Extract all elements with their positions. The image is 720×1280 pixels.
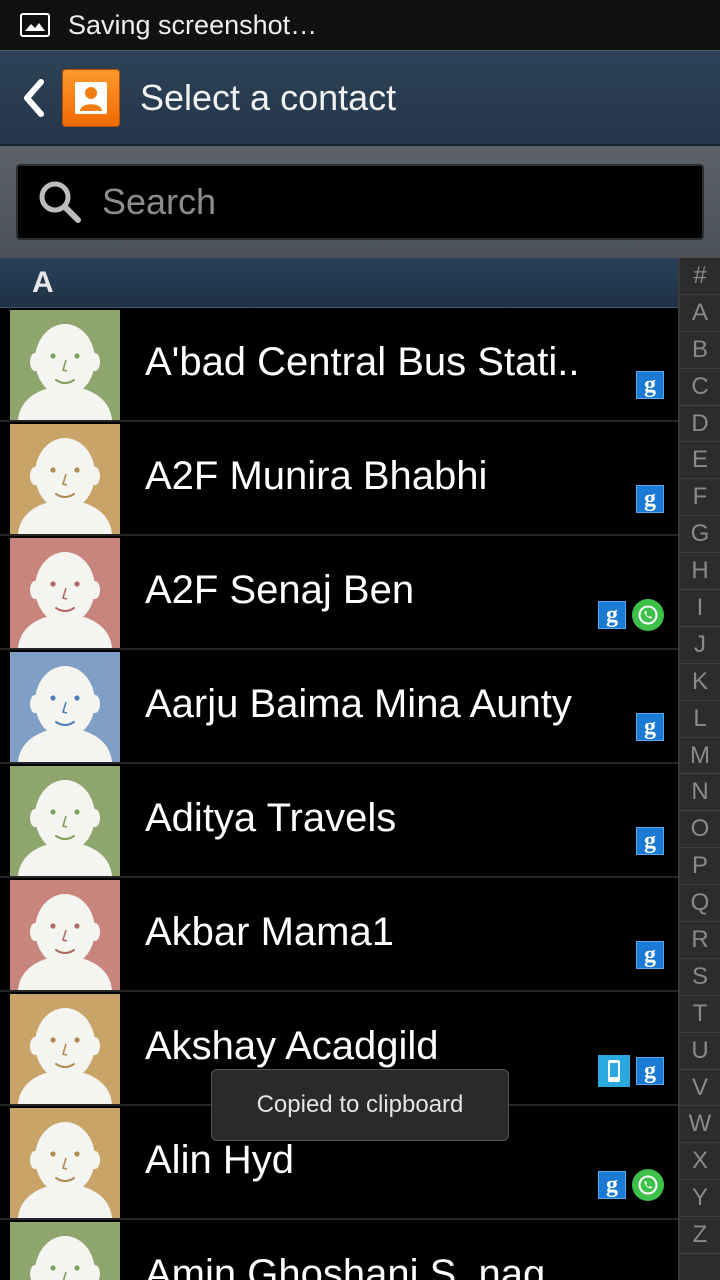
- account-badges: g: [636, 371, 664, 399]
- back-chevron-icon: [24, 78, 44, 117]
- contact-row[interactable]: A2F Senaj Ben g: [0, 536, 678, 650]
- index-letter[interactable]: Q: [680, 885, 720, 923]
- contacts-icon[interactable]: [62, 68, 120, 127]
- account-badges: g: [636, 827, 664, 855]
- contact-row[interactable]: Amin Ghoshani S. nag: [0, 1220, 678, 1280]
- avatar: [10, 1108, 120, 1218]
- index-letter[interactable]: K: [680, 664, 720, 701]
- index-letter[interactable]: #: [680, 258, 720, 295]
- contact-name: A'bad Central Bus Stati..: [145, 340, 580, 384]
- contact-name: A2F Munira Bhabhi: [145, 454, 488, 498]
- contact-name: Akbar Mama1: [145, 910, 394, 954]
- contact-name: Aarju Baima Mina Aunty: [145, 682, 572, 726]
- status-bar: Saving screenshot…: [0, 0, 720, 50]
- index-letter[interactable]: P: [680, 848, 720, 886]
- avatar: [10, 652, 120, 762]
- index-letter[interactable]: H: [680, 553, 720, 591]
- google-account-icon: g: [598, 601, 626, 629]
- contact-name: Alin Hyd: [145, 1138, 294, 1182]
- index-letter[interactable]: I: [680, 590, 720, 627]
- account-badges: g: [636, 941, 664, 969]
- account-badges: g: [636, 713, 664, 741]
- contact-row[interactable]: Aditya Travels g: [0, 764, 678, 878]
- image-icon: [20, 13, 50, 37]
- page-title: Select a contact: [140, 76, 397, 118]
- index-letter[interactable]: R: [680, 922, 720, 959]
- whatsapp-icon: [632, 599, 664, 631]
- index-letter[interactable]: C: [680, 369, 720, 406]
- index-letter[interactable]: E: [680, 442, 720, 480]
- index-letter[interactable]: L: [680, 701, 720, 738]
- contact-name: Akshay Acadgild: [145, 1024, 439, 1068]
- index-letter[interactable]: N: [680, 774, 720, 812]
- section-header: A: [0, 258, 678, 308]
- index-letter[interactable]: A: [680, 295, 720, 332]
- index-letter[interactable]: Y: [680, 1180, 720, 1218]
- avatar: [10, 538, 120, 648]
- index-letter[interactable]: T: [680, 996, 720, 1033]
- avatar: [10, 994, 120, 1104]
- account-badges: g: [598, 1169, 664, 1201]
- search-bar: [0, 146, 720, 258]
- google-account-icon: g: [636, 941, 664, 969]
- google-account-icon: g: [598, 1171, 626, 1199]
- google-account-icon: g: [636, 485, 664, 513]
- toast-message: Copied to clipboard: [211, 1069, 509, 1141]
- avatar: [10, 1222, 120, 1280]
- contact-name: A2F Senaj Ben: [145, 568, 415, 612]
- search-icon: [39, 181, 81, 223]
- account-badges: g: [636, 485, 664, 513]
- google-account-icon: g: [636, 713, 664, 741]
- notification-text: Saving screenshot…: [68, 9, 318, 40]
- google-account-icon: g: [636, 371, 664, 399]
- action-bar: Select a contact: [0, 50, 720, 146]
- contact-row[interactable]: Akbar Mama1 g: [0, 878, 678, 992]
- index-letter[interactable]: D: [680, 406, 720, 443]
- google-account-icon: g: [636, 827, 664, 855]
- index-letter[interactable]: G: [680, 516, 720, 554]
- search-input[interactable]: [100, 180, 664, 224]
- index-letter[interactable]: V: [680, 1070, 720, 1107]
- contact-name: Amin Ghoshani S. nag: [145, 1252, 546, 1280]
- avatar: [10, 880, 120, 990]
- avatar: [10, 310, 120, 420]
- index-letter[interactable]: W: [680, 1106, 720, 1144]
- index-letter[interactable]: U: [680, 1033, 720, 1070]
- search-box[interactable]: [16, 164, 704, 240]
- whatsapp-icon: [632, 1169, 664, 1201]
- contact-row[interactable]: Aarju Baima Mina Aunty g: [0, 650, 678, 764]
- index-letter[interactable]: O: [680, 811, 720, 849]
- contact-row[interactable]: A2F Munira Bhabhi g: [0, 422, 678, 536]
- avatar: [10, 424, 120, 534]
- phone-contact-icon: [598, 1055, 630, 1087]
- index-letter[interactable]: B: [680, 332, 720, 369]
- avatar: [10, 766, 120, 876]
- index-letter[interactable]: Z: [680, 1217, 720, 1255]
- section-letter: A: [32, 265, 54, 299]
- back-button[interactable]: [14, 68, 54, 128]
- index-letter[interactable]: M: [680, 738, 720, 775]
- index-letter[interactable]: X: [680, 1143, 720, 1181]
- google-account-icon: g: [636, 1057, 664, 1085]
- contact-row[interactable]: A'bad Central Bus Stati.. g: [0, 308, 678, 422]
- index-letter[interactable]: J: [680, 627, 720, 664]
- account-badges: g: [598, 1055, 664, 1087]
- account-badges: g: [598, 599, 664, 631]
- index-letter[interactable]: S: [680, 959, 720, 996]
- contact-name: Aditya Travels: [145, 796, 397, 840]
- index-letter[interactable]: F: [680, 479, 720, 517]
- alphabet-index[interactable]: # A B C D E F G H I J K L M N O P Q R S T U V W X Y Z: [678, 258, 720, 1280]
